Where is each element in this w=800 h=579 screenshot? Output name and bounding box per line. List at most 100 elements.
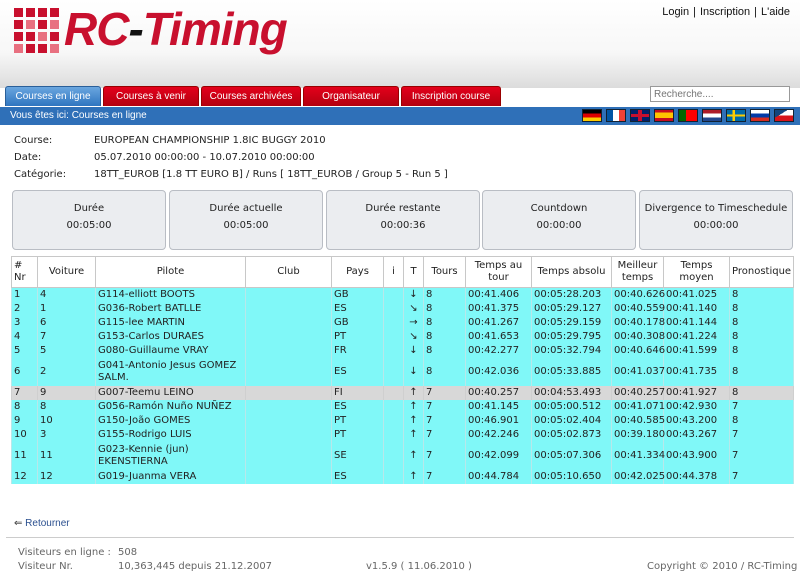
col-temps-absolu-header: Temps absolu <box>531 256 612 288</box>
netherlands-flag-icon[interactable] <box>702 109 722 122</box>
register-link[interactable]: Inscription <box>700 6 750 18</box>
back-link[interactable]: ⇐ Retourner <box>14 518 70 529</box>
col-pronostique-cell: 8 <box>729 330 794 344</box>
col-tours-cell: 7 <box>423 414 466 428</box>
col-pronostique-cell: 8 <box>729 287 794 302</box>
col-tours-cell: 7 <box>423 386 466 400</box>
portugal-flag-icon[interactable] <box>678 109 698 122</box>
spain-flag-icon[interactable] <box>654 109 674 122</box>
col-meilleur-temps-header: Meilleur temps <box>611 256 664 288</box>
col-temps-au-tour-cell: 00:41.406 <box>465 287 532 302</box>
tab-organisateur[interactable]: Organisateur <box>303 86 399 106</box>
table-row: 5 5 G080-Guillaume VRAY FR ↓ 8 00:42.277 00:05:… <box>11 344 794 358</box>
tab-courses-archivees[interactable]: Courses archivées <box>201 86 301 106</box>
col-pays-header: Pays <box>331 256 384 288</box>
col-i-cell <box>383 386 404 400</box>
col-nr-header: # Nr <box>11 256 38 288</box>
visitors-online-label: Visiteurs en ligne : <box>18 547 111 558</box>
results-table: # Nr Voiture Pilote Club Pays i T Tours Temps au… <box>11 256 794 484</box>
col-temps-absolu-cell: 00:05:28.203 <box>531 287 612 302</box>
col-pilote-cell: G036-Robert BATLLE <box>95 302 246 316</box>
czech-republic-flag-icon[interactable] <box>774 109 794 122</box>
col-club-header: Club <box>245 256 332 288</box>
language-flags <box>578 109 794 123</box>
search-input[interactable] <box>650 86 790 102</box>
col-meilleur-temps-cell: 00:40.585 <box>611 414 665 428</box>
timer-divergence: Divergence to Timeschedule 00:00:00 <box>639 190 793 250</box>
help-link[interactable]: L'aide <box>761 6 790 18</box>
table-row: 8 8 G056-Ramón Nuño NUÑEZ ES ↑ 7 00:41.145 00:0… <box>11 400 794 414</box>
col-club-cell <box>245 316 332 330</box>
tab-inscription-course[interactable]: Inscription course <box>401 86 501 106</box>
france-flag-icon[interactable] <box>606 109 626 122</box>
table-row: 10 3 G155-Rodrigo LUIS PT ↑ 7 00:42.246 00:05:0… <box>11 428 794 442</box>
col-i-cell <box>383 344 404 358</box>
top-links: Login | Inscription | L'aide <box>662 6 790 18</box>
col-meilleur-temps-cell: 00:40.178 <box>611 316 665 330</box>
col-temps-moyen-header: Temps moyen <box>663 256 730 288</box>
table-row: 1 4 G114-elliott BOOTS GB ↓ 8 00:41.406 00:05:2… <box>11 287 794 302</box>
col-t-cell: ↑ <box>403 400 424 414</box>
col-pilote-cell: G155-Rodrigo LUIS <box>95 428 246 442</box>
tab-courses-a-venir[interactable]: Courses à venir <box>103 86 199 106</box>
germany-flag-icon[interactable] <box>582 109 602 122</box>
col-pilote-cell: G080-Guillaume VRAY <box>95 344 246 358</box>
col-temps-au-tour-cell: 00:41.375 <box>465 302 532 316</box>
col-temps-au-tour-cell: 00:41.653 <box>465 330 532 344</box>
col-temps-au-tour-cell: 00:40.257 <box>465 386 532 400</box>
col-pays-cell: ES <box>331 470 384 484</box>
col-pronostique-cell: 8 <box>729 358 794 386</box>
visitors-online-value: 508 <box>118 547 138 558</box>
col-temps-au-tour-cell: 00:44.784 <box>465 470 532 484</box>
col-meilleur-temps-cell: 00:40.646 <box>611 344 665 358</box>
col-pronostique-cell: 8 <box>729 344 794 358</box>
login-link[interactable]: Login <box>662 6 689 18</box>
united-kingdom-flag-icon[interactable] <box>630 109 650 122</box>
col-meilleur-temps-cell: 00:40.308 <box>611 330 665 344</box>
col-pays-cell: ES <box>331 302 384 316</box>
col-club-cell <box>245 358 332 386</box>
col-temps-absolu-cell: 00:04:53.493 <box>531 386 612 400</box>
col-pilote-cell: G150-João GOMES <box>95 414 246 428</box>
tab-courses-en-ligne[interactable]: Courses en ligne <box>5 86 101 106</box>
col-meilleur-temps-cell: 00:41.071 <box>611 400 665 414</box>
col-pronostique-cell: 7 <box>729 400 794 414</box>
col-i-cell <box>383 414 404 428</box>
col-voiture-cell: 9 <box>37 386 96 400</box>
table-row: 2 1 G036-Robert BATLLE ES ↘ 8 00:41.375 00:05:2… <box>11 302 794 316</box>
col-temps-moyen-cell: 00:41.927 <box>663 386 730 400</box>
col-nr-cell: 10 <box>11 428 38 442</box>
col-club-cell <box>245 302 332 316</box>
col-pilote-cell: G056-Ramón Nuño NUÑEZ <box>95 400 246 414</box>
col-voiture-cell: 8 <box>37 400 96 414</box>
col-pronostique-cell: 8 <box>729 302 794 316</box>
col-club-cell <box>245 442 332 470</box>
col-pronostique-cell: 8 <box>729 316 794 330</box>
col-club-cell <box>245 386 332 400</box>
russia-flag-icon[interactable] <box>750 109 770 122</box>
table-row: 12 12 G019-Juanma VERA ES ↑ 7 00:44.784 00:05:1… <box>11 470 794 484</box>
visitor-nr-label: Visiteur Nr. <box>18 561 73 572</box>
copyright-text: Copyright © 2010 / RC-Timing <box>647 561 798 572</box>
col-temps-moyen-cell: 00:42.930 <box>663 400 730 414</box>
table-row: 3 6 G115-lee MARTIN GB → 8 00:41.267 00:05:29.1… <box>11 316 794 330</box>
col-club-cell <box>245 428 332 442</box>
col-temps-moyen-cell: 00:41.144 <box>663 316 730 330</box>
col-temps-absolu-cell: 00:05:10.650 <box>531 470 612 484</box>
col-nr-cell: 5 <box>11 344 38 358</box>
col-i-cell <box>383 330 404 344</box>
race-course-value: EUROPEAN CHAMPIONSHIP 1.8IC BUGGY 2010 <box>94 135 326 146</box>
table-header-row: # Nr Voiture Pilote Club Pays i T Tours Temps au… <box>11 256 794 288</box>
col-club-cell <box>245 330 332 344</box>
col-temps-absolu-cell: 00:05:29.795 <box>531 330 612 344</box>
breadcrumb-bar: Vous êtes ici: Courses en ligne <box>0 107 800 125</box>
col-nr-cell: 4 <box>11 330 38 344</box>
col-meilleur-temps-cell: 00:39.180 <box>611 428 665 442</box>
col-t-cell: ↑ <box>403 428 424 442</box>
sweden-flag-icon[interactable] <box>726 109 746 122</box>
col-tours-cell: 7 <box>423 470 466 484</box>
col-i-cell <box>383 470 404 484</box>
col-nr-cell: 2 <box>11 302 38 316</box>
col-meilleur-temps-cell: 00:40.559 <box>611 302 665 316</box>
col-temps-absolu-cell: 00:05:02.404 <box>531 414 612 428</box>
